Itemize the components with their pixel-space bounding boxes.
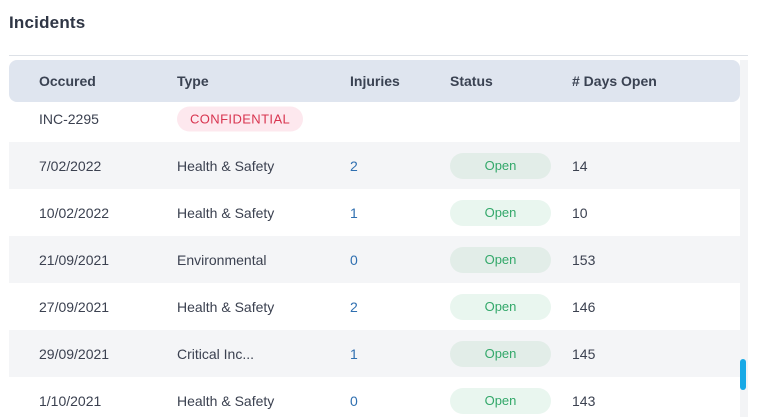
incidents-table: Occured Type Injuries Status # Days Open…: [9, 60, 740, 417]
occurred-cell: 10/02/2022: [39, 204, 110, 221]
type-cell: Critical Inc...: [177, 345, 255, 362]
table-row[interactable]: 10/02/2022 Health & Safety 1 Open 10: [9, 189, 740, 236]
confidential-badge: CONFIDENTIAL: [177, 106, 304, 132]
days-open-cell: 143: [572, 392, 596, 409]
type-cell: Health & Safety: [177, 392, 275, 409]
panel-title: Incidents: [9, 13, 86, 32]
type-cell: Environmental: [177, 251, 267, 268]
confidential-badge-label: CONFIDENTIAL: [177, 106, 304, 132]
type-cell: Health & Safety: [177, 204, 275, 221]
status-badge: Open: [450, 293, 551, 320]
occurred-cell: 27/09/2021: [39, 298, 110, 315]
occurred-cell: 29/09/2021: [39, 345, 110, 362]
table-row[interactable]: 27/09/2021 Health & Safety 2 Open 146: [9, 283, 740, 330]
occurred-cell: 21/09/2021: [39, 251, 110, 268]
column-header-days-open[interactable]: # Days Open: [572, 73, 657, 89]
status-badge: Open: [450, 246, 551, 273]
injuries-cell[interactable]: 0: [350, 393, 358, 409]
scrollbar-thumb[interactable]: [740, 359, 746, 390]
title-divider: [9, 55, 748, 56]
days-open-cell: 14: [572, 157, 588, 174]
column-header-type[interactable]: Type: [177, 73, 209, 89]
days-open-cell: 145: [572, 345, 596, 362]
status-badge: Open: [450, 152, 551, 179]
injuries-cell[interactable]: 1: [350, 205, 358, 221]
status-badge: Open: [450, 387, 551, 414]
days-open-cell: 153: [572, 251, 596, 268]
type-cell: Health & Safety: [177, 298, 275, 315]
injuries-cell[interactable]: 2: [350, 158, 358, 174]
days-open-cell: 10: [572, 204, 588, 221]
table-row[interactable]: 29/09/2021 Critical Inc... 1 Open 145: [9, 330, 740, 377]
table-row[interactable]: 21/09/2021 Environmental 0 Open 153: [9, 236, 740, 283]
status-badge: Open: [450, 340, 551, 367]
table-header: Occured Type Injuries Status # Days Open: [9, 60, 740, 102]
column-header-occured[interactable]: Occured: [39, 73, 96, 89]
table-row[interactable]: 7/02/2022 Health & Safety 2 Open 14: [9, 142, 740, 189]
incident-id: INC-2295: [39, 111, 99, 127]
column-header-status[interactable]: Status: [450, 73, 493, 89]
table-row[interactable]: 1/10/2021 Health & Safety 0 Open 143: [9, 377, 740, 417]
status-badge: Open: [450, 199, 551, 226]
occurred-cell: 7/02/2022: [39, 157, 102, 174]
table-row-confidential[interactable]: INC-2295 CONFIDENTIAL: [9, 102, 740, 142]
type-cell: Health & Safety: [177, 157, 275, 174]
days-open-cell: 146: [572, 298, 596, 315]
occurred-cell: 1/10/2021: [39, 392, 102, 409]
column-header-injuries[interactable]: Injuries: [350, 73, 400, 89]
injuries-cell[interactable]: 0: [350, 252, 358, 268]
injuries-cell[interactable]: 2: [350, 299, 358, 315]
injuries-cell[interactable]: 1: [350, 346, 358, 362]
